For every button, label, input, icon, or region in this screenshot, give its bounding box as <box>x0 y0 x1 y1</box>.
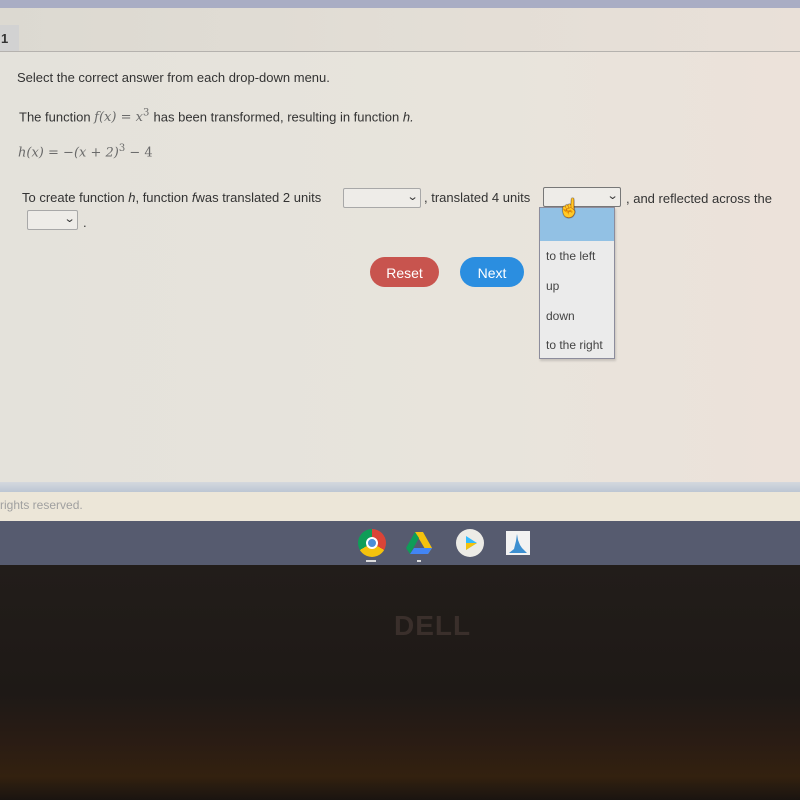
google-drive-icon[interactable] <box>405 529 433 557</box>
f-exponent: 3 <box>143 108 150 119</box>
dropdown-options-list: to the left up down to the right <box>539 207 615 359</box>
sentence-part3: was translated 2 units <box>195 190 322 205</box>
reflection-axis-dropdown[interactable]: ⌄ <box>27 210 78 230</box>
copyright-text: rights reserved. <box>0 498 83 512</box>
drive-running-indicator <box>417 560 421 562</box>
footer <box>0 492 800 521</box>
taskbar-shelf <box>0 521 800 565</box>
statement-h-var: h. <box>402 109 414 125</box>
dropdown-option-to-the-left[interactable]: to the left <box>546 249 595 263</box>
statement-suffix: has been transformed, resulting in funct… <box>153 109 400 125</box>
screen: 1 Select the correct answer from each dr… <box>0 0 800 565</box>
statement-prefix: The function <box>19 109 91 125</box>
f-definition: f(x) = x3 <box>94 108 153 126</box>
dropdown-option-up[interactable]: up <box>546 279 559 293</box>
h-equals: = <box>48 145 59 161</box>
chevron-down-icon: ⌄ <box>63 213 76 225</box>
f-equals: = <box>120 110 132 126</box>
app-icon[interactable] <box>506 531 530 555</box>
vertical-direction-dropdown[interactable]: ⌄ <box>543 187 621 207</box>
top-strip <box>0 0 800 8</box>
instruction-text: Select the correct answer from each drop… <box>17 70 330 85</box>
chevron-down-icon: ⌄ <box>606 190 619 202</box>
dropdown-option-to-the-right[interactable]: to the right <box>546 338 603 352</box>
chrome-icon[interactable] <box>358 529 386 557</box>
reset-button[interactable]: Reset <box>370 257 439 287</box>
f-rhs: x <box>135 110 143 126</box>
h-rhs-b: − 4 <box>125 145 153 161</box>
function-statement: The function f(x) = x3 has been transfor… <box>19 108 414 125</box>
h-lhs: h(x) <box>18 145 44 161</box>
horizontal-direction-dropdown[interactable]: ⌄ <box>343 188 421 208</box>
dell-logo: DELL <box>394 610 472 641</box>
footer-divider <box>0 482 800 492</box>
next-button[interactable]: Next <box>460 257 524 287</box>
sentence-part5: , and reflected across the <box>626 191 772 206</box>
h-rhs-a: −(x + 2) <box>63 145 119 161</box>
laptop-bezel <box>0 565 800 800</box>
question-number-tab[interactable]: 1 <box>0 25 19 52</box>
play-store-icon[interactable] <box>456 529 484 557</box>
dropdown-option-down[interactable]: down <box>546 309 575 323</box>
chrome-running-indicator <box>366 560 376 562</box>
h-definition: h(x) = −(x + 2)3 − 4 <box>18 143 153 160</box>
hand-cursor-icon: ☝ <box>558 198 581 218</box>
sentence-part2: , function <box>135 190 192 205</box>
answer-sentence: To create function h, function fwas tran… <box>22 190 321 205</box>
header-divider <box>0 51 800 52</box>
sentence-part4: , translated 4 units <box>424 190 531 205</box>
f-lhs: f(x) <box>94 110 117 126</box>
chevron-down-icon: ⌄ <box>406 191 419 203</box>
sentence-part1: To create function <box>22 190 129 205</box>
sentence-end: . <box>83 215 87 230</box>
